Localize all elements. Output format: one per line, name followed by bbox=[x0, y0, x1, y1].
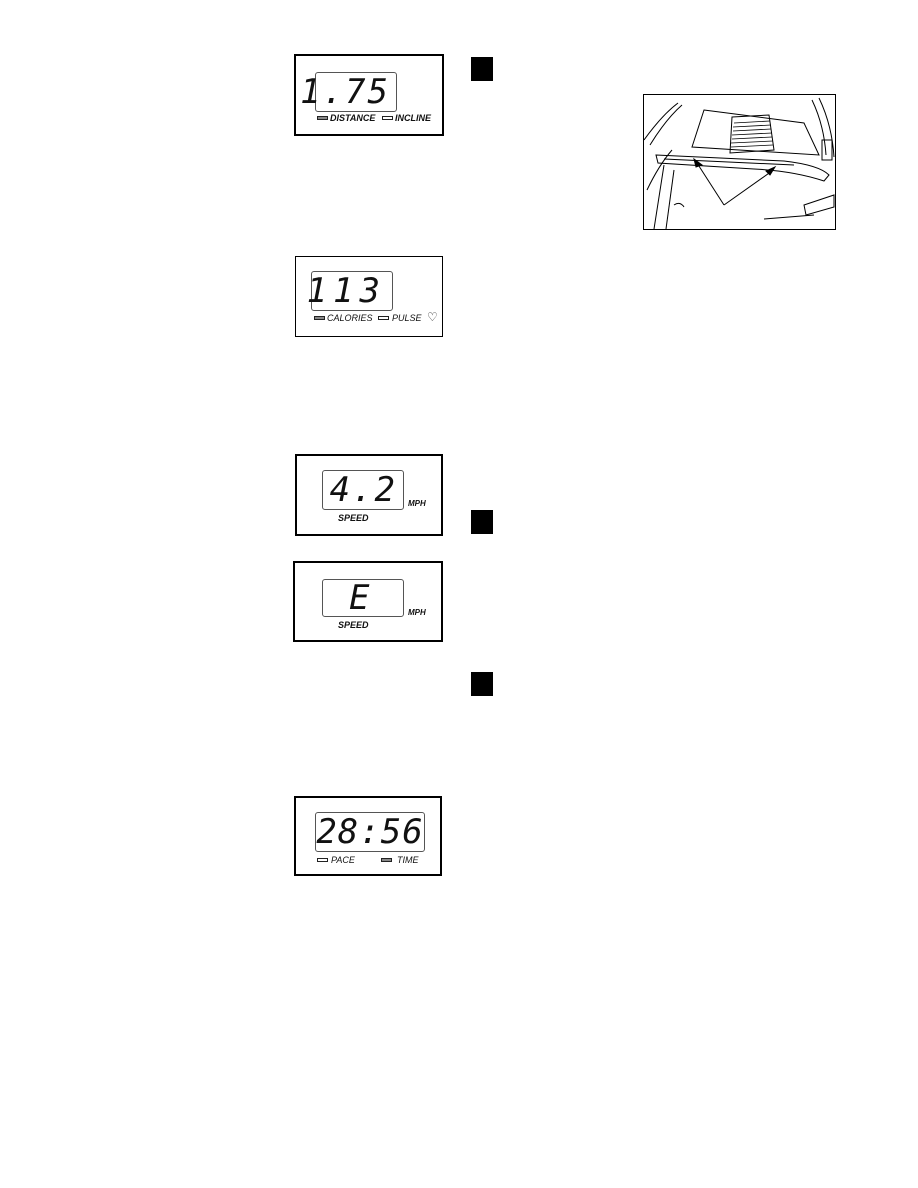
lcd-value: 1.75 bbox=[300, 72, 390, 112]
treadmill-illustration bbox=[643, 94, 836, 230]
pulse-indicator-led bbox=[378, 316, 389, 320]
unit-label: MPH bbox=[408, 608, 426, 617]
lcd-screen: 28:56 bbox=[315, 812, 425, 852]
lcd-value: 28:56 bbox=[316, 812, 424, 852]
distance-indicator-led bbox=[317, 116, 328, 120]
heart-icon: ♡ bbox=[427, 310, 438, 324]
speed-caption: SPEED bbox=[338, 620, 369, 630]
indicator-label: CALORIES bbox=[327, 313, 373, 323]
indicator-label: INCLINE bbox=[395, 113, 431, 123]
indicator-label: PACE bbox=[331, 855, 355, 865]
treadmill-drawing bbox=[643, 97, 835, 230]
lcd-value: 113 bbox=[306, 271, 386, 311]
distance-display-panel: 1.75 DISTANCE INCLINE bbox=[294, 54, 444, 136]
calories-indicator-led bbox=[314, 316, 325, 320]
speed-error-display-panel: E MPH SPEED bbox=[293, 561, 443, 642]
indicator-label: TIME bbox=[397, 855, 419, 865]
time-display-panel: 28:56 PACE TIME bbox=[294, 796, 442, 876]
indicator-label: PULSE bbox=[392, 313, 422, 323]
step-marker-3 bbox=[471, 672, 493, 696]
lcd-value: E bbox=[349, 578, 372, 618]
lcd-screen: 1.75 bbox=[300, 72, 397, 112]
indicator-label: DISTANCE bbox=[330, 113, 376, 123]
lcd-screen: 4.2 bbox=[322, 470, 404, 510]
step-marker-1 bbox=[471, 57, 493, 81]
calories-display-panel: 113 CALORIES PULSE ♡ bbox=[295, 256, 443, 337]
step-marker-2 bbox=[471, 510, 493, 534]
incline-indicator-led bbox=[382, 116, 393, 120]
lcd-screen: 113 bbox=[306, 271, 393, 311]
pace-indicator-led bbox=[317, 858, 328, 862]
unit-label: MPH bbox=[408, 499, 426, 508]
time-indicator-led bbox=[381, 858, 392, 862]
lcd-value: 4.2 bbox=[329, 470, 397, 510]
speed-display-panel: 4.2 MPH SPEED bbox=[295, 454, 443, 536]
speed-caption: SPEED bbox=[338, 513, 369, 523]
lcd-screen: E bbox=[322, 578, 404, 618]
